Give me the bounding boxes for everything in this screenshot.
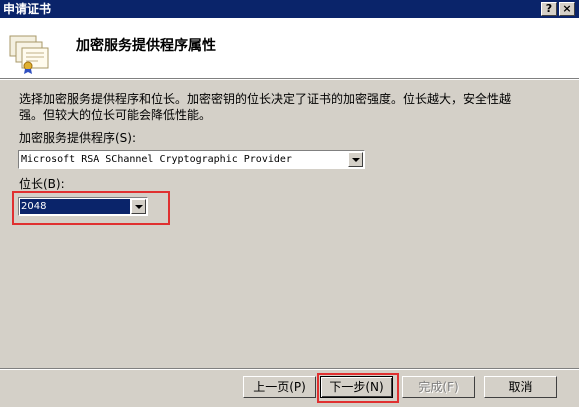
title-bar: 申请证书 ? × xyxy=(0,0,579,18)
certificate-icon xyxy=(9,35,49,74)
highlight-box xyxy=(317,373,399,403)
window-title: 申请证书 xyxy=(3,2,52,16)
cancel-button[interactable]: 取消 xyxy=(484,376,557,398)
finish-button[interactable]: 完成(F) xyxy=(402,376,475,398)
header-divider xyxy=(0,79,579,80)
wizard-header: 加密服务提供程序属性 xyxy=(0,18,579,79)
back-button[interactable]: 上一页(P) xyxy=(243,376,316,398)
help-button[interactable]: ? xyxy=(541,2,557,16)
chevron-down-icon[interactable] xyxy=(348,152,363,167)
csp-value: Microsoft RSA SChannel Cryptographic Pro… xyxy=(21,154,292,165)
page-title: 加密服务提供程序属性 xyxy=(76,38,216,54)
close-button[interactable]: × xyxy=(559,2,575,16)
csp-dropdown[interactable]: Microsoft RSA SChannel Cryptographic Pro… xyxy=(18,150,365,169)
highlight-box xyxy=(12,191,170,225)
footer-divider-light xyxy=(0,369,579,370)
description-text: 选择加密服务提供程序和位长。加密密钥的位长决定了证书的加密强度。位长越大，安全性… xyxy=(19,92,512,122)
bitlength-label: 位长(B): xyxy=(19,177,65,191)
csp-label: 加密服务提供程序(S): xyxy=(19,131,137,145)
